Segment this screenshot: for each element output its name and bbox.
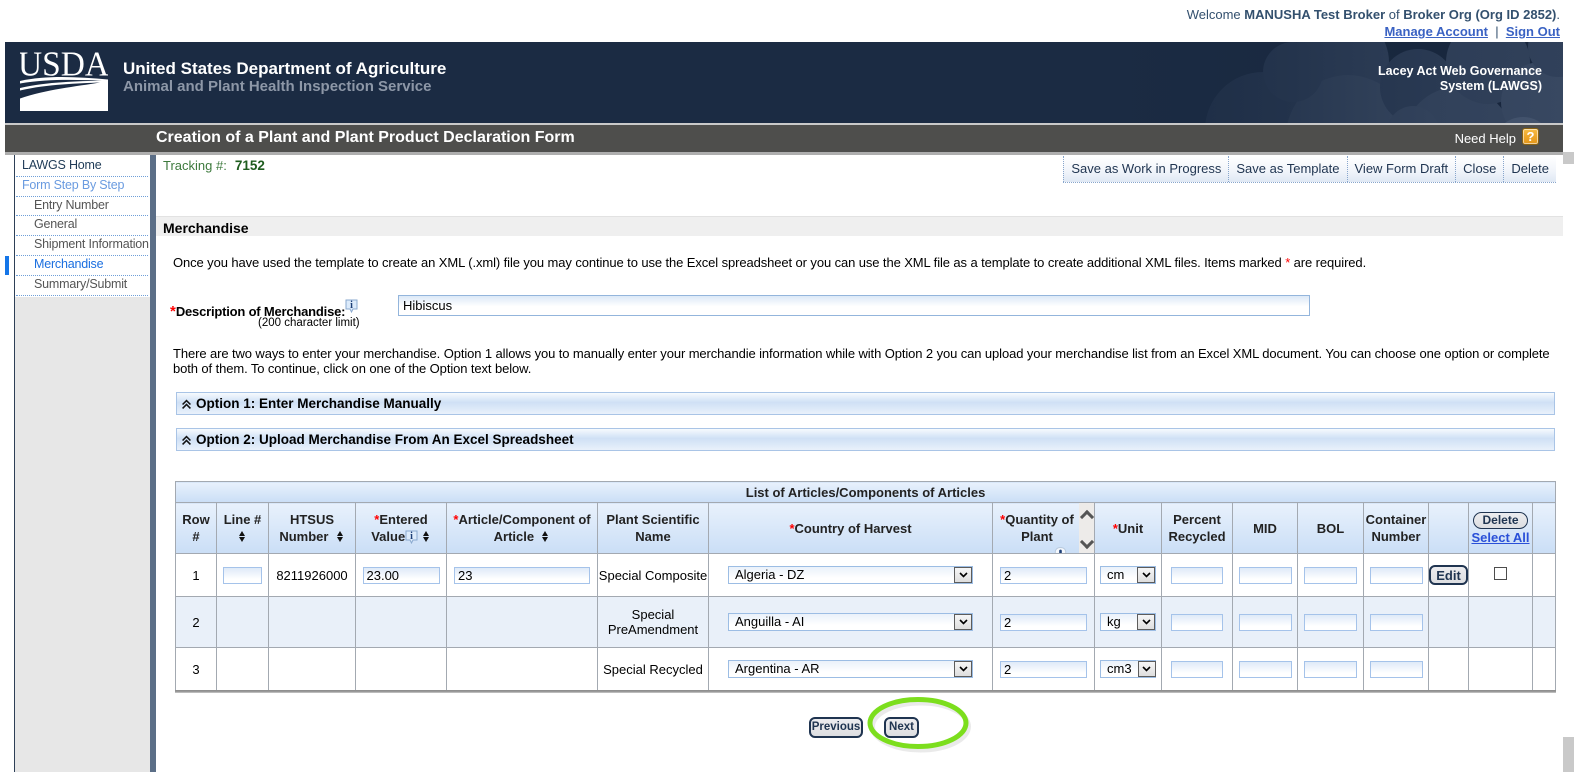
svg-text:i: i [410,531,413,542]
svg-text:i: i [350,300,353,311]
